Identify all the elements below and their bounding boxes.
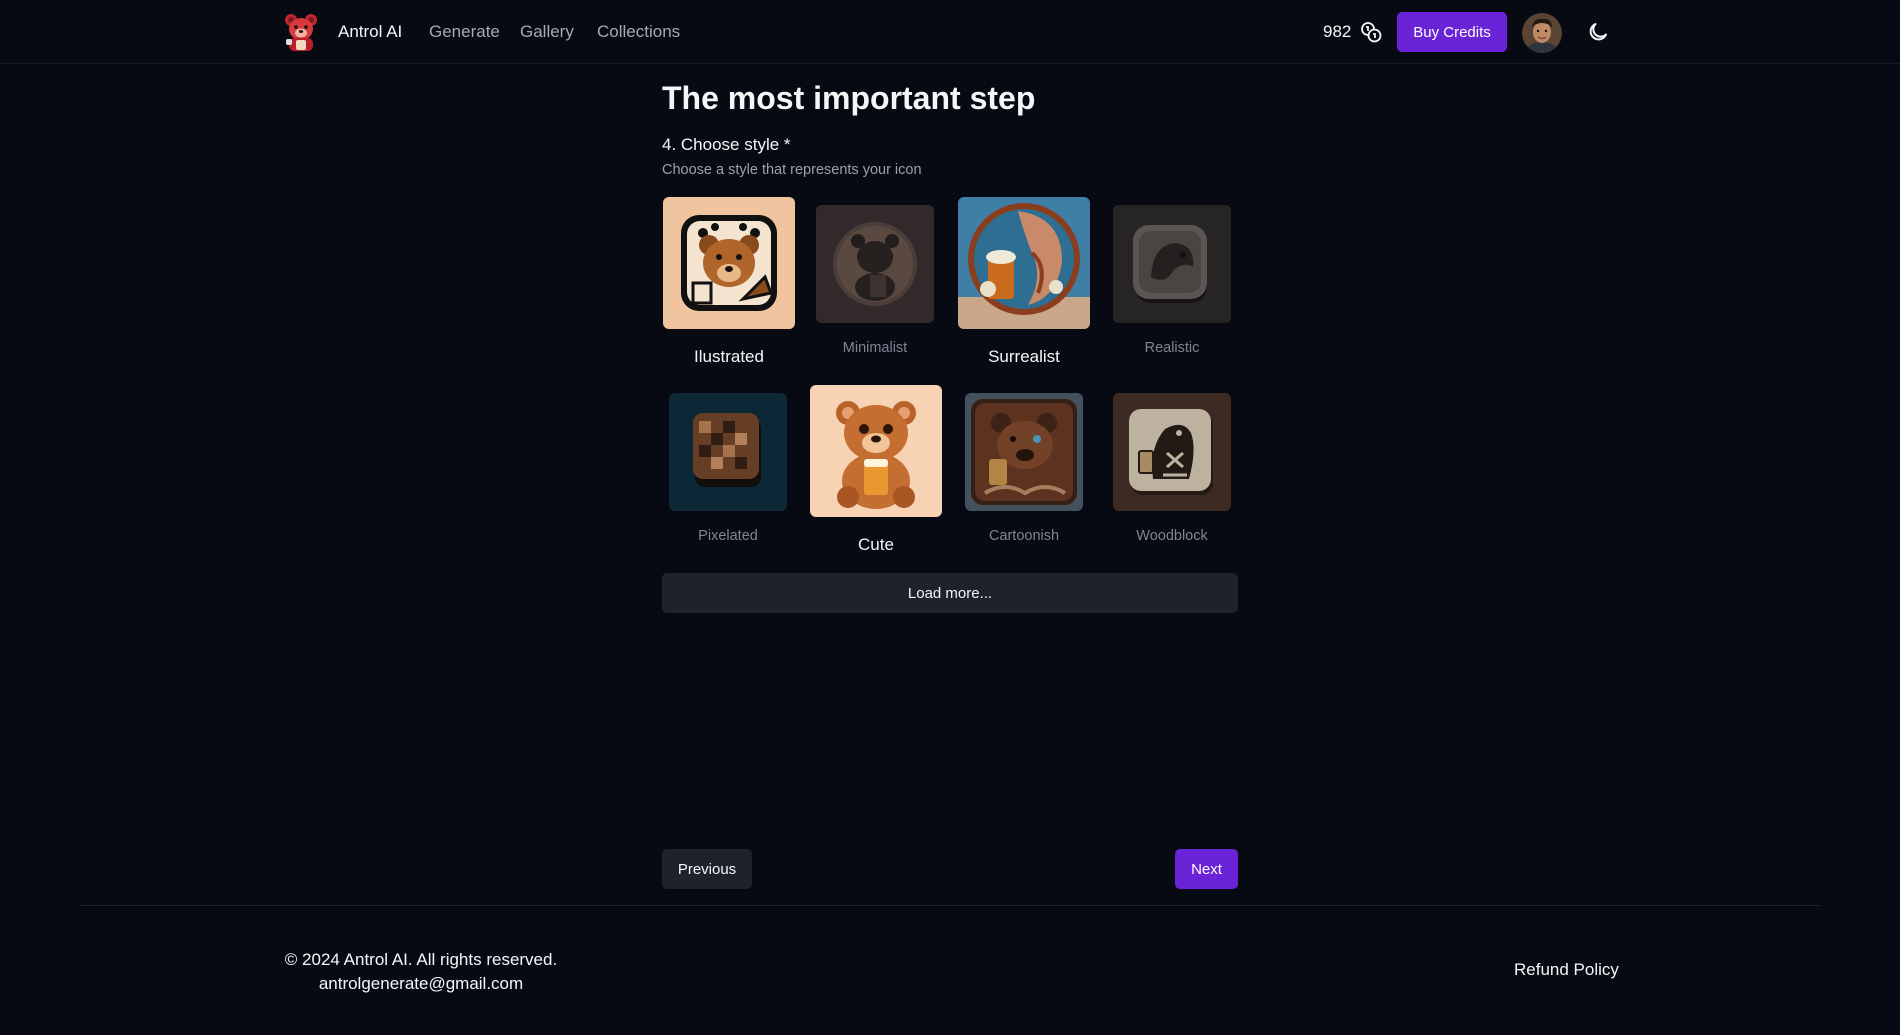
coins-icon (1360, 21, 1382, 43)
bear-logo-icon[interactable] (282, 12, 320, 52)
theme-toggle-moon-icon[interactable] (1586, 20, 1610, 44)
style-label: Woodblock (1136, 528, 1208, 544)
style-label: Ilustrated (694, 347, 764, 366)
buy-credits-button[interactable]: Buy Credits (1397, 12, 1507, 52)
nav-gallery[interactable]: Gallery (520, 22, 574, 42)
next-button[interactable]: Next (1175, 849, 1238, 889)
step-label: 4. Choose style * (662, 135, 791, 154)
pixelated-style-image (669, 393, 787, 511)
style-label: Realistic (1144, 340, 1200, 356)
credit-balance: 982 (1323, 22, 1352, 41)
cartoonish-style-image (965, 393, 1083, 511)
woodblock-style-image (1113, 393, 1231, 511)
nav-generate[interactable]: Generate (429, 22, 500, 42)
copyright-text: © 2024 Antrol AI. All rights reserved. (284, 950, 558, 969)
nav-collections[interactable]: Collections (597, 22, 680, 42)
minimalist-style-image (816, 205, 934, 323)
ilustrated-style-image (663, 197, 795, 329)
style-label: Cute (858, 535, 894, 554)
style-label: Pixelated (698, 528, 758, 544)
style-label: Minimalist (842, 340, 908, 356)
previous-button[interactable]: Previous (662, 849, 752, 889)
realistic-style-image (1113, 205, 1231, 323)
user-avatar[interactable] (1522, 13, 1562, 53)
contact-email[interactable]: antrolgenerate@gmail.com (282, 972, 560, 996)
refund-policy-link[interactable]: Refund Policy (1514, 960, 1619, 980)
load-more-button[interactable]: Load more... (662, 573, 1238, 613)
top-navbar: Antrol AI Generate Gallery Collections 9… (0, 0, 1900, 64)
footer-copyright: © 2024 Antrol AI. All rights reserved. a… (282, 948, 560, 996)
page-title: The most important step (662, 80, 1036, 116)
step-description: Choose a style that represents your icon (662, 162, 922, 178)
style-label: Cartoonish (988, 528, 1060, 544)
footer-divider (80, 905, 1820, 906)
surrealist-style-image (958, 197, 1090, 329)
brand-name[interactable]: Antrol AI (338, 22, 402, 42)
style-label: Surrealist (988, 347, 1060, 366)
cute-style-image (810, 385, 942, 517)
